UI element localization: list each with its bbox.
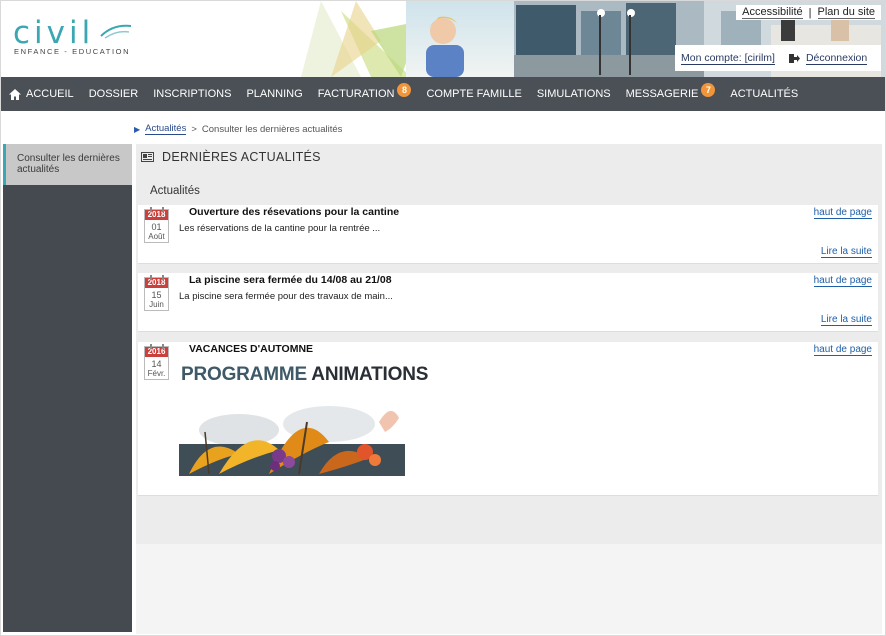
calendar-year: 2018	[145, 210, 168, 220]
nav-item-inscriptions[interactable]: Inscriptions	[153, 88, 231, 100]
page: civil ENFANCE - EDUCATION Accessibilité …	[0, 0, 886, 636]
news-card: 2018 01 Août Ouverture des résevations p…	[138, 205, 878, 264]
breadcrumb-arrow-icon: ▶	[134, 124, 141, 134]
sitemap-link[interactable]: Plan du site	[817, 6, 875, 19]
calendar-month: Août	[148, 232, 165, 241]
calendar-ring	[150, 275, 152, 280]
news-card: 2016 14 Févr. VACANCES D'AUTOMNE haut de…	[138, 342, 878, 496]
breadcrumb-separator: >	[191, 123, 197, 135]
accessibility-link[interactable]: Accessibilité	[742, 6, 803, 19]
home-icon	[9, 88, 21, 100]
logo-swoosh-icon	[100, 24, 132, 39]
nav-label: Facturation	[317, 88, 395, 100]
calendar-icon: 2018 01 Août	[144, 207, 169, 243]
sidebar: Consulter les dernières actualités	[3, 144, 132, 632]
calendar-year: 2016	[145, 347, 168, 357]
breadcrumb: ▶ Actualités > Consulter les dernières a…	[134, 123, 342, 135]
main-footer-area	[136, 544, 882, 634]
nav-label: Dossier	[88, 88, 139, 100]
back-to-top-link[interactable]: haut de page	[813, 275, 872, 287]
calendar-icon: 2018 15 Juin	[144, 275, 169, 311]
promo-word-animations: ANIMATIONS	[311, 364, 429, 385]
top-links: Accessibilité | Plan du site	[736, 5, 881, 20]
nav-label: Messagerie	[625, 88, 699, 100]
facturation-badge: 8	[397, 83, 412, 97]
nav-label: Actualités	[730, 88, 799, 100]
nav-item-planning[interactable]: Planning	[246, 88, 302, 100]
nav-item-accueil[interactable]: Accueil	[9, 88, 74, 100]
account-link[interactable]: Mon compte: [cirilm]	[681, 52, 775, 65]
nav-label: Planning	[246, 88, 303, 100]
logout-link[interactable]: Déconnexion	[805, 52, 868, 65]
account-box: Mon compte: [cirilm] Déconnexion	[675, 45, 881, 71]
section-title-text: DERNIÈRES ACTUALITÉS	[162, 150, 321, 164]
calendar-ring	[150, 344, 152, 349]
section-title: DERNIÈRES ACTUALITÉS	[141, 150, 321, 164]
nav-item-facturation[interactable]: Facturation 8	[317, 83, 412, 101]
calendar-day: 15	[151, 290, 162, 300]
calendar-day: 14	[151, 359, 162, 369]
promo-image[interactable]: PROGRAMME ANIMATIONS	[179, 362, 428, 476]
news-excerpt: La piscine sera fermée pour des travaux …	[179, 291, 393, 302]
news-title[interactable]: La piscine sera fermée du 14/08 au 21/08	[189, 274, 392, 286]
calendar-month: Juin	[149, 300, 164, 309]
calendar-year: 2018	[145, 278, 168, 288]
main-nav: Accueil Dossier Inscriptions Planning Fa…	[1, 77, 885, 111]
news-title[interactable]: Ouverture des résevations pour la cantin…	[189, 206, 399, 218]
calendar-ring	[162, 207, 164, 212]
read-more-link[interactable]: Lire la suite	[820, 314, 872, 326]
back-to-top-link[interactable]: haut de page	[813, 207, 872, 219]
calendar-month: Févr.	[147, 369, 166, 378]
news-excerpt: Les réservations de la cantine pour la r…	[179, 223, 381, 234]
promo-heading: PROGRAMME ANIMATIONS	[181, 364, 428, 386]
logo-word: civil	[13, 15, 95, 51]
nav-item-actualites[interactable]: Actualités	[730, 88, 798, 100]
nav-item-messagerie[interactable]: Messagerie 7	[625, 83, 716, 101]
nav-label: Compte famille	[426, 88, 522, 100]
nav-item-compte-famille[interactable]: Compte famille	[426, 88, 521, 100]
news-title[interactable]: VACANCES D'AUTOMNE	[189, 343, 313, 355]
breadcrumb-link[interactable]: Actualités	[145, 123, 187, 135]
calendar-ring	[162, 275, 164, 280]
calendar-icon: 2016 14 Févr.	[144, 344, 169, 380]
header: civil ENFANCE - EDUCATION Accessibilité …	[1, 1, 885, 77]
main-content: DERNIÈRES ACTUALITÉS Actualités 2018 01 …	[136, 144, 882, 544]
calendar-day: 01	[151, 222, 162, 232]
newspaper-icon	[141, 152, 154, 162]
breadcrumb-current: Consulter les dernières actualités	[201, 123, 343, 135]
sub-title: Actualités	[150, 185, 200, 197]
nav-item-dossier[interactable]: Dossier	[89, 88, 139, 100]
nav-label: Inscriptions	[153, 88, 232, 100]
news-card: 2018 15 Juin La piscine sera fermée du 1…	[138, 273, 878, 332]
messagerie-badge: 7	[701, 83, 716, 97]
nav-label: Accueil	[26, 88, 74, 100]
read-more-link[interactable]: Lire la suite	[820, 246, 872, 258]
sidebar-item-latest-news[interactable]: Consulter les dernières actualités	[3, 144, 132, 185]
nav-item-simulations[interactable]: Simulations	[537, 88, 611, 100]
back-to-top-link[interactable]: haut de page	[813, 344, 872, 356]
logout-wrapper: Déconnexion	[788, 52, 868, 65]
calendar-ring	[162, 344, 164, 349]
calendar-ring	[150, 207, 152, 212]
logout-icon	[788, 53, 800, 63]
nav-label: Simulations	[536, 88, 611, 100]
logo[interactable]: civil ENFANCE - EDUCATION	[13, 15, 133, 63]
logo-subtitle: ENFANCE - EDUCATION	[14, 47, 131, 56]
promo-word-program: PROGRAMME	[181, 364, 307, 385]
top-links-separator: |	[808, 6, 812, 19]
